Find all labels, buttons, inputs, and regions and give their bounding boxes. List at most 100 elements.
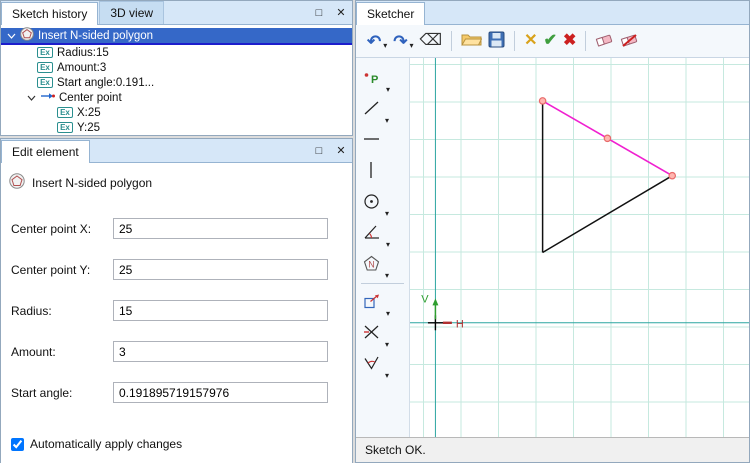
- redo-button[interactable]: ↷ ▾: [390, 31, 416, 52]
- open-sketch-button[interactable]: [458, 30, 485, 52]
- field-row-center-y: Center point Y:: [11, 259, 342, 280]
- polygon-edge[interactable]: [542, 175, 673, 254]
- tree-item-radius[interactable]: Ex Radius:15: [1, 45, 352, 60]
- check-icon: ✔: [543, 32, 557, 49]
- toolbar-separator: [451, 31, 453, 51]
- erase-redline-button[interactable]: [617, 30, 642, 52]
- start-angle-input[interactable]: [113, 382, 328, 403]
- center-y-input[interactable]: [113, 259, 328, 280]
- dropdown-icon[interactable]: ▾: [386, 85, 390, 94]
- tab-sketch-history[interactable]: Sketch history: [1, 2, 99, 25]
- line-tool-icon: [363, 100, 380, 119]
- cut-icon: ✕: [524, 32, 538, 49]
- field-row-radius: Radius:: [11, 300, 342, 321]
- dropdown-icon[interactable]: ▾: [385, 371, 389, 380]
- undo-button[interactable]: ↶ ▾: [364, 31, 390, 52]
- tree-item-label: Radius:15: [57, 46, 109, 59]
- tree-item-label: X:25: [77, 106, 101, 119]
- apply-button[interactable]: ✔: [541, 31, 560, 51]
- tree-item-start-angle[interactable]: Ex Start angle:0.191...: [1, 75, 352, 90]
- vertex-handle[interactable]: [668, 171, 677, 180]
- tree-item-x[interactable]: Ex X:25: [1, 105, 352, 120]
- chevron-down-icon[interactable]: [27, 95, 36, 101]
- vertex-handle[interactable]: [538, 97, 547, 105]
- polygon-icon: [20, 27, 34, 44]
- cancel-button[interactable]: ✖: [560, 31, 579, 51]
- amount-input[interactable]: [113, 341, 328, 362]
- auto-apply-row: Automatically apply changes: [11, 437, 342, 451]
- tree-item-label: Center point: [59, 91, 122, 104]
- horizontal-line-icon: [363, 131, 380, 150]
- dropdown-icon[interactable]: ▾: [386, 309, 390, 318]
- vertical-line-tool-button[interactable]: [356, 156, 409, 187]
- sketch-history-panel: Sketch history 3D view □ ✕ Insert N-side…: [0, 0, 353, 136]
- delete-last-button[interactable]: ⌫: [417, 31, 446, 51]
- sketch-geometry: V H: [410, 58, 749, 437]
- chevron-down-icon[interactable]: [7, 33, 16, 39]
- status-text: Sketch OK.: [365, 443, 426, 457]
- circle-tool-icon: [363, 193, 380, 213]
- arc-tool-button[interactable]: ▾: [356, 218, 409, 249]
- erase-button[interactable]: [592, 30, 617, 52]
- maximize-button[interactable]: □: [308, 1, 330, 24]
- backspace-icon: ⌫: [419, 32, 443, 49]
- eraser-icon: [595, 32, 614, 50]
- circle-tool-button[interactable]: ▾: [356, 187, 409, 218]
- radius-input[interactable]: [113, 300, 328, 321]
- arc-tool-icon: [363, 224, 381, 243]
- trim-tool-button[interactable]: ▾: [356, 318, 409, 349]
- line-tool-button[interactable]: ▾: [356, 94, 409, 125]
- cancel-icon: ✖: [562, 32, 577, 49]
- dropdown-icon[interactable]: ▾: [385, 340, 389, 349]
- cut-button[interactable]: ✕: [521, 31, 540, 51]
- tab-3d-view[interactable]: 3D view: [99, 1, 165, 24]
- history-tabbar: Sketch history 3D view □ ✕: [1, 1, 352, 25]
- auto-apply-label: Automatically apply changes: [30, 437, 183, 451]
- svg-text:N: N: [368, 259, 375, 269]
- tree-item-label: Amount:3: [57, 61, 107, 74]
- transform-tool-button[interactable]: ▾: [356, 287, 409, 318]
- dropdown-icon[interactable]: ▾: [410, 41, 414, 50]
- sketch-history-tree: Insert N-sided polygon Ex Radius:15 Ex A…: [1, 25, 352, 135]
- expression-icon: Ex: [37, 62, 53, 73]
- dropdown-icon[interactable]: ▾: [386, 240, 390, 249]
- dropdown-icon[interactable]: ▾: [385, 116, 389, 125]
- dropdown-icon[interactable]: ▾: [385, 209, 389, 218]
- horizontal-line-tool-button[interactable]: [356, 125, 409, 156]
- tree-item-center-point[interactable]: Center point: [1, 90, 352, 105]
- save-icon: [488, 31, 505, 51]
- tree-item-amount[interactable]: Ex Amount:3: [1, 60, 352, 75]
- status-bar: Sketch OK.: [356, 437, 749, 462]
- corner-tool-button[interactable]: ▾: [356, 349, 409, 380]
- close-button[interactable]: ✕: [330, 139, 352, 162]
- point-tool-icon: P: [363, 70, 381, 88]
- redo-icon: ↷: [393, 31, 408, 51]
- tree-item-polygon[interactable]: Insert N-sided polygon: [1, 27, 352, 45]
- close-button[interactable]: ✕: [330, 1, 352, 24]
- field-row-start-angle: Start angle:: [11, 382, 342, 403]
- dropdown-icon[interactable]: ▾: [385, 271, 389, 280]
- auto-apply-checkbox[interactable]: [11, 437, 24, 451]
- sketch-canvas[interactable]: V H: [410, 58, 749, 437]
- undo-icon: ↶: [367, 31, 382, 51]
- center-x-input[interactable]: [113, 218, 328, 239]
- point-tool-button[interactable]: P ▾: [356, 63, 409, 94]
- edit-title: Insert N-sided polygon: [32, 175, 153, 190]
- application-window: Sketch history 3D view □ ✕ Insert N-side…: [0, 0, 750, 463]
- save-sketch-button[interactable]: [485, 29, 508, 53]
- v-axis-label: V: [421, 293, 429, 305]
- tab-sketcher[interactable]: Sketcher: [356, 2, 426, 25]
- midpoint-handle[interactable]: [603, 134, 612, 143]
- dropdown-icon[interactable]: ▾: [383, 41, 387, 50]
- polygon-tool-button[interactable]: N ▾: [356, 249, 409, 280]
- tree-item-label: Insert N-sided polygon: [38, 29, 154, 42]
- tree-item-y[interactable]: Ex Y:25: [1, 120, 352, 135]
- transform-tool-icon: [363, 293, 381, 312]
- trim-tool-icon: [363, 324, 380, 343]
- tree-item-label: Y:25: [77, 121, 101, 134]
- maximize-button[interactable]: □: [308, 139, 330, 162]
- eraser-pencil-icon: [620, 32, 639, 50]
- field-label: Amount:: [11, 344, 56, 359]
- tab-edit-element[interactable]: Edit element: [1, 140, 90, 163]
- open-folder-icon: [461, 32, 483, 50]
